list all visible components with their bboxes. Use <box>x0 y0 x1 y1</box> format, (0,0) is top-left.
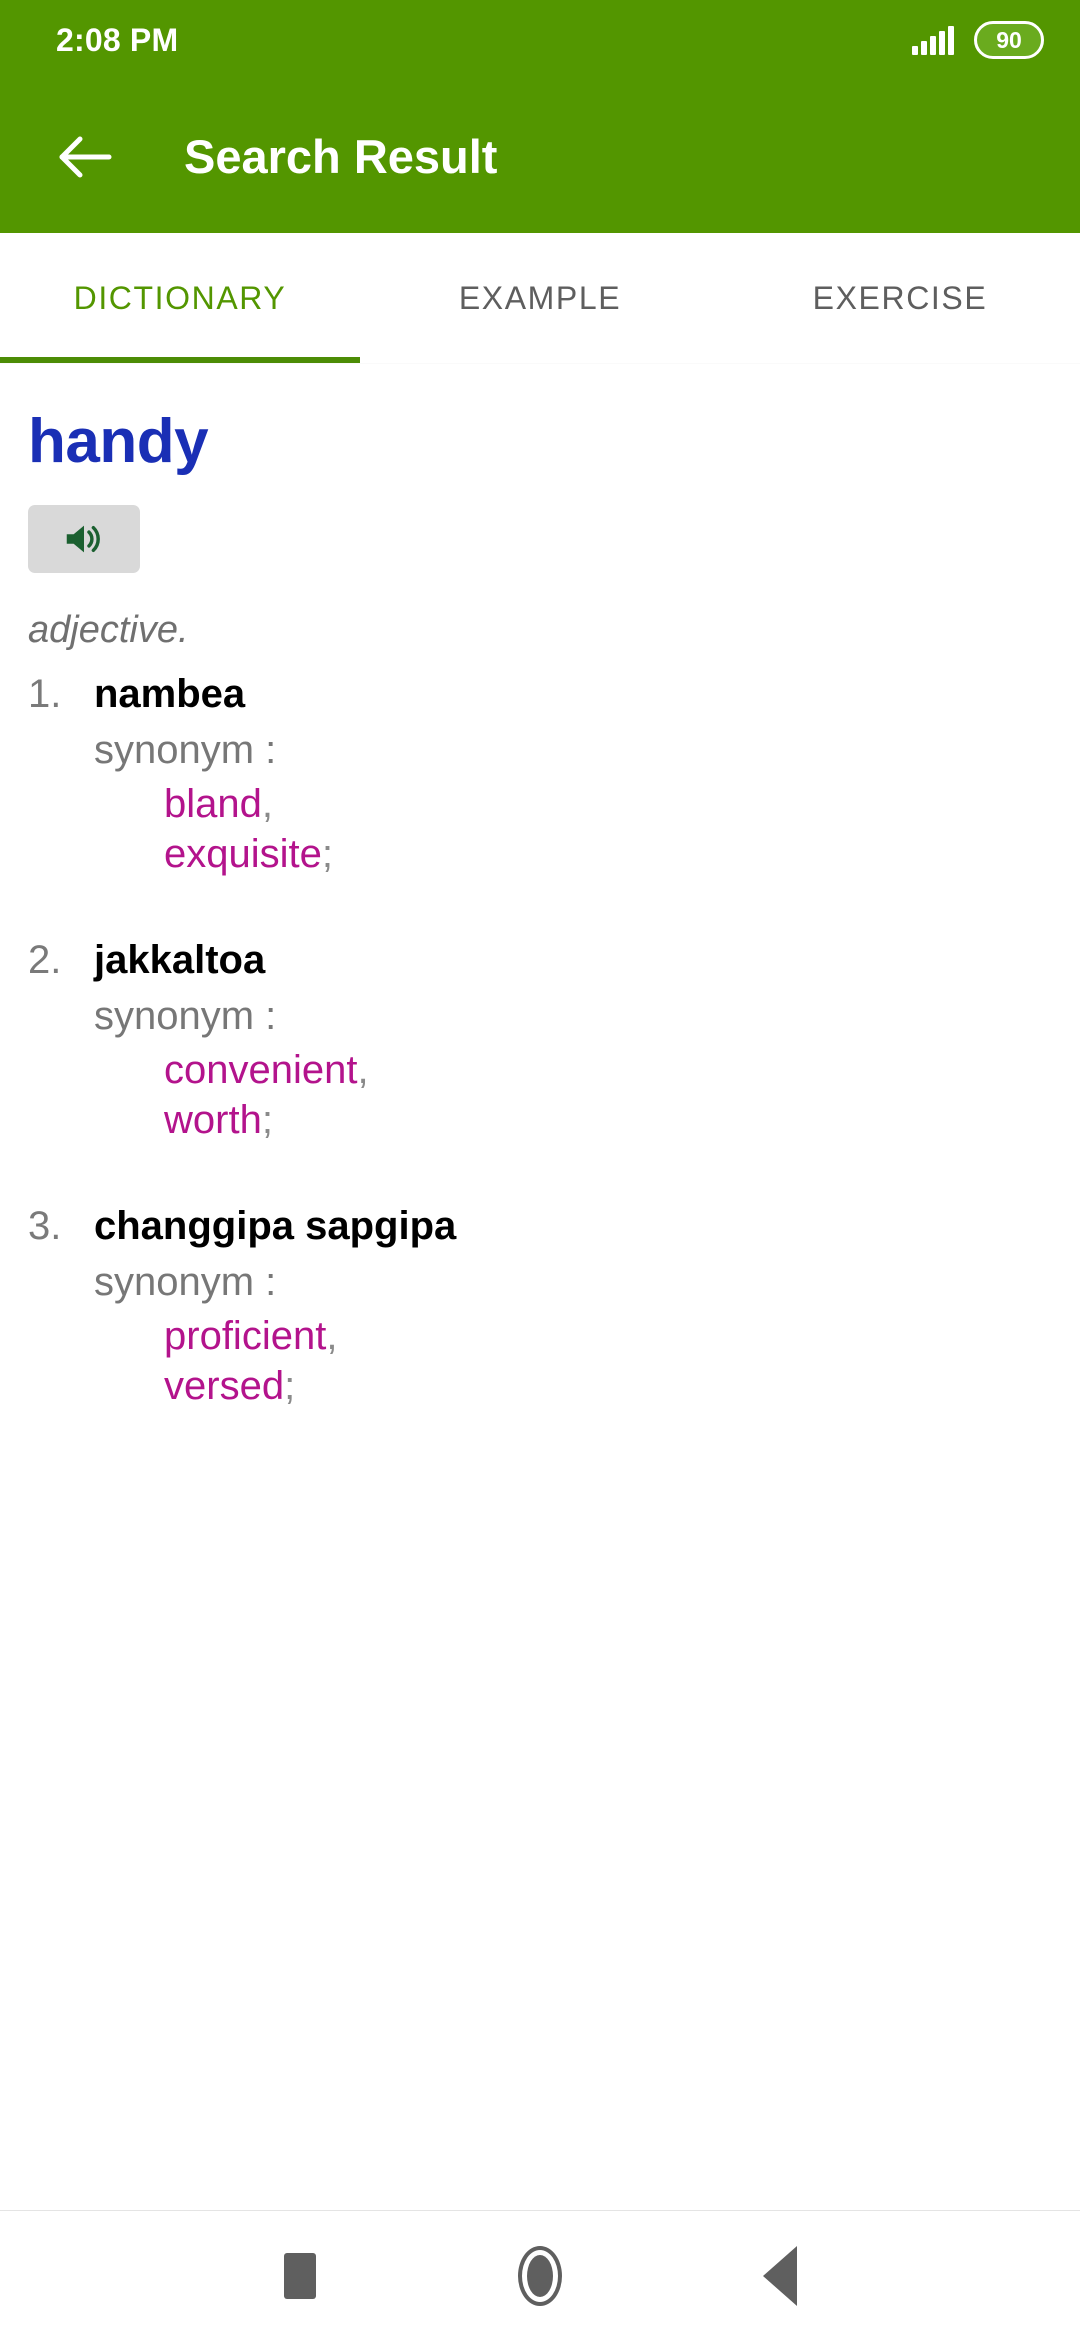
synonym-item[interactable]: convenient, <box>164 1045 1052 1095</box>
synonym-label: synonym : <box>94 728 277 772</box>
entry-heading: 3. changgipa sapgipa <box>28 1201 1052 1251</box>
synonym-label: synonym : <box>94 1260 277 1304</box>
tab-example[interactable]: EXAMPLE <box>360 233 720 363</box>
synonym-list: proficient, versed; <box>164 1311 1052 1411</box>
synonym-item[interactable]: exquisite; <box>164 829 1052 879</box>
synonym-item[interactable]: bland, <box>164 779 1052 829</box>
entry-number: 2. <box>28 938 62 982</box>
synonym-punct: ; <box>284 1364 296 1408</box>
square-recents-icon <box>284 2252 316 2299</box>
entry-heading: 1. nambea <box>28 669 1052 719</box>
synonym-punct: , <box>357 1048 369 1092</box>
synonym-item[interactable]: proficient, <box>164 1311 1052 1361</box>
synonym-word: exquisite <box>164 832 322 876</box>
nav-back-button[interactable] <box>735 2231 825 2321</box>
synonym-label: synonym : <box>94 994 277 1038</box>
synonym-word: versed <box>164 1364 285 1408</box>
page-title: Search Result <box>184 130 498 183</box>
definition-entry: 3. changgipa sapgipa synonym : proficien… <box>28 1201 1052 1411</box>
status-icons: 90 <box>912 21 1044 59</box>
synonym-word: convenient <box>164 1048 358 1092</box>
synonym-list: convenient, worth; <box>164 1045 1052 1145</box>
synonym-punct: ; <box>321 832 333 876</box>
dictionary-content: handy adjective. 1. nambea synonym : bla… <box>0 363 1080 2210</box>
triangle-back-icon <box>763 2245 797 2306</box>
definition-entry: 2. jakkaltoa synonym : convenient, worth… <box>28 935 1052 1145</box>
definition-entry: 1. nambea synonym : bland, exquisite; <box>28 669 1052 879</box>
android-nav-bar <box>0 2210 1080 2340</box>
home-button[interactable] <box>495 2231 585 2321</box>
tab-bar: DICTIONARY EXAMPLE EXERCISE <box>0 233 1080 363</box>
synonym-punct: , <box>326 1314 338 1358</box>
headword: handy <box>28 407 209 476</box>
entry-number: 1. <box>28 672 62 716</box>
status-clock: 2:08 PM <box>56 22 179 58</box>
status-bar: 2:08 PM 90 <box>0 0 1080 80</box>
circle-home-icon <box>518 2245 562 2306</box>
speaker-icon <box>66 525 100 553</box>
synonym-word: worth <box>164 1098 262 1142</box>
synonym-item[interactable]: worth; <box>164 1095 1052 1145</box>
entry-term: nambea <box>94 672 246 716</box>
signal-bars-icon <box>912 25 954 55</box>
synonym-word: bland <box>164 782 262 826</box>
tab-dictionary[interactable]: DICTIONARY <box>0 233 360 363</box>
tab-exercise[interactable]: EXERCISE <box>720 233 1080 363</box>
back-button[interactable] <box>46 118 124 196</box>
pronounce-audio-button[interactable] <box>28 505 140 573</box>
battery-level-label: 90 <box>996 26 1022 53</box>
synonym-word: proficient <box>164 1314 327 1358</box>
synonym-punct: , <box>261 782 273 826</box>
arrow-left-icon <box>59 136 112 177</box>
synonym-punct: ; <box>261 1098 273 1142</box>
entry-number: 3. <box>28 1204 62 1248</box>
toolbar: Search Result <box>0 80 1080 233</box>
recents-button[interactable] <box>255 2231 345 2321</box>
entry-term: changgipa sapgipa <box>94 1204 457 1248</box>
entry-term: jakkaltoa <box>94 938 266 982</box>
entry-heading: 2. jakkaltoa <box>28 935 1052 985</box>
synonym-item[interactable]: versed; <box>164 1361 1052 1411</box>
phone-screen: 2:08 PM 90 Search Result DICTIONARY EXAM… <box>0 0 1080 2340</box>
part-of-speech-label: adjective. <box>28 609 189 651</box>
app-bar: 2:08 PM 90 Search Result <box>0 0 1080 233</box>
synonym-list: bland, exquisite; <box>164 779 1052 879</box>
battery-icon: 90 <box>974 21 1044 59</box>
